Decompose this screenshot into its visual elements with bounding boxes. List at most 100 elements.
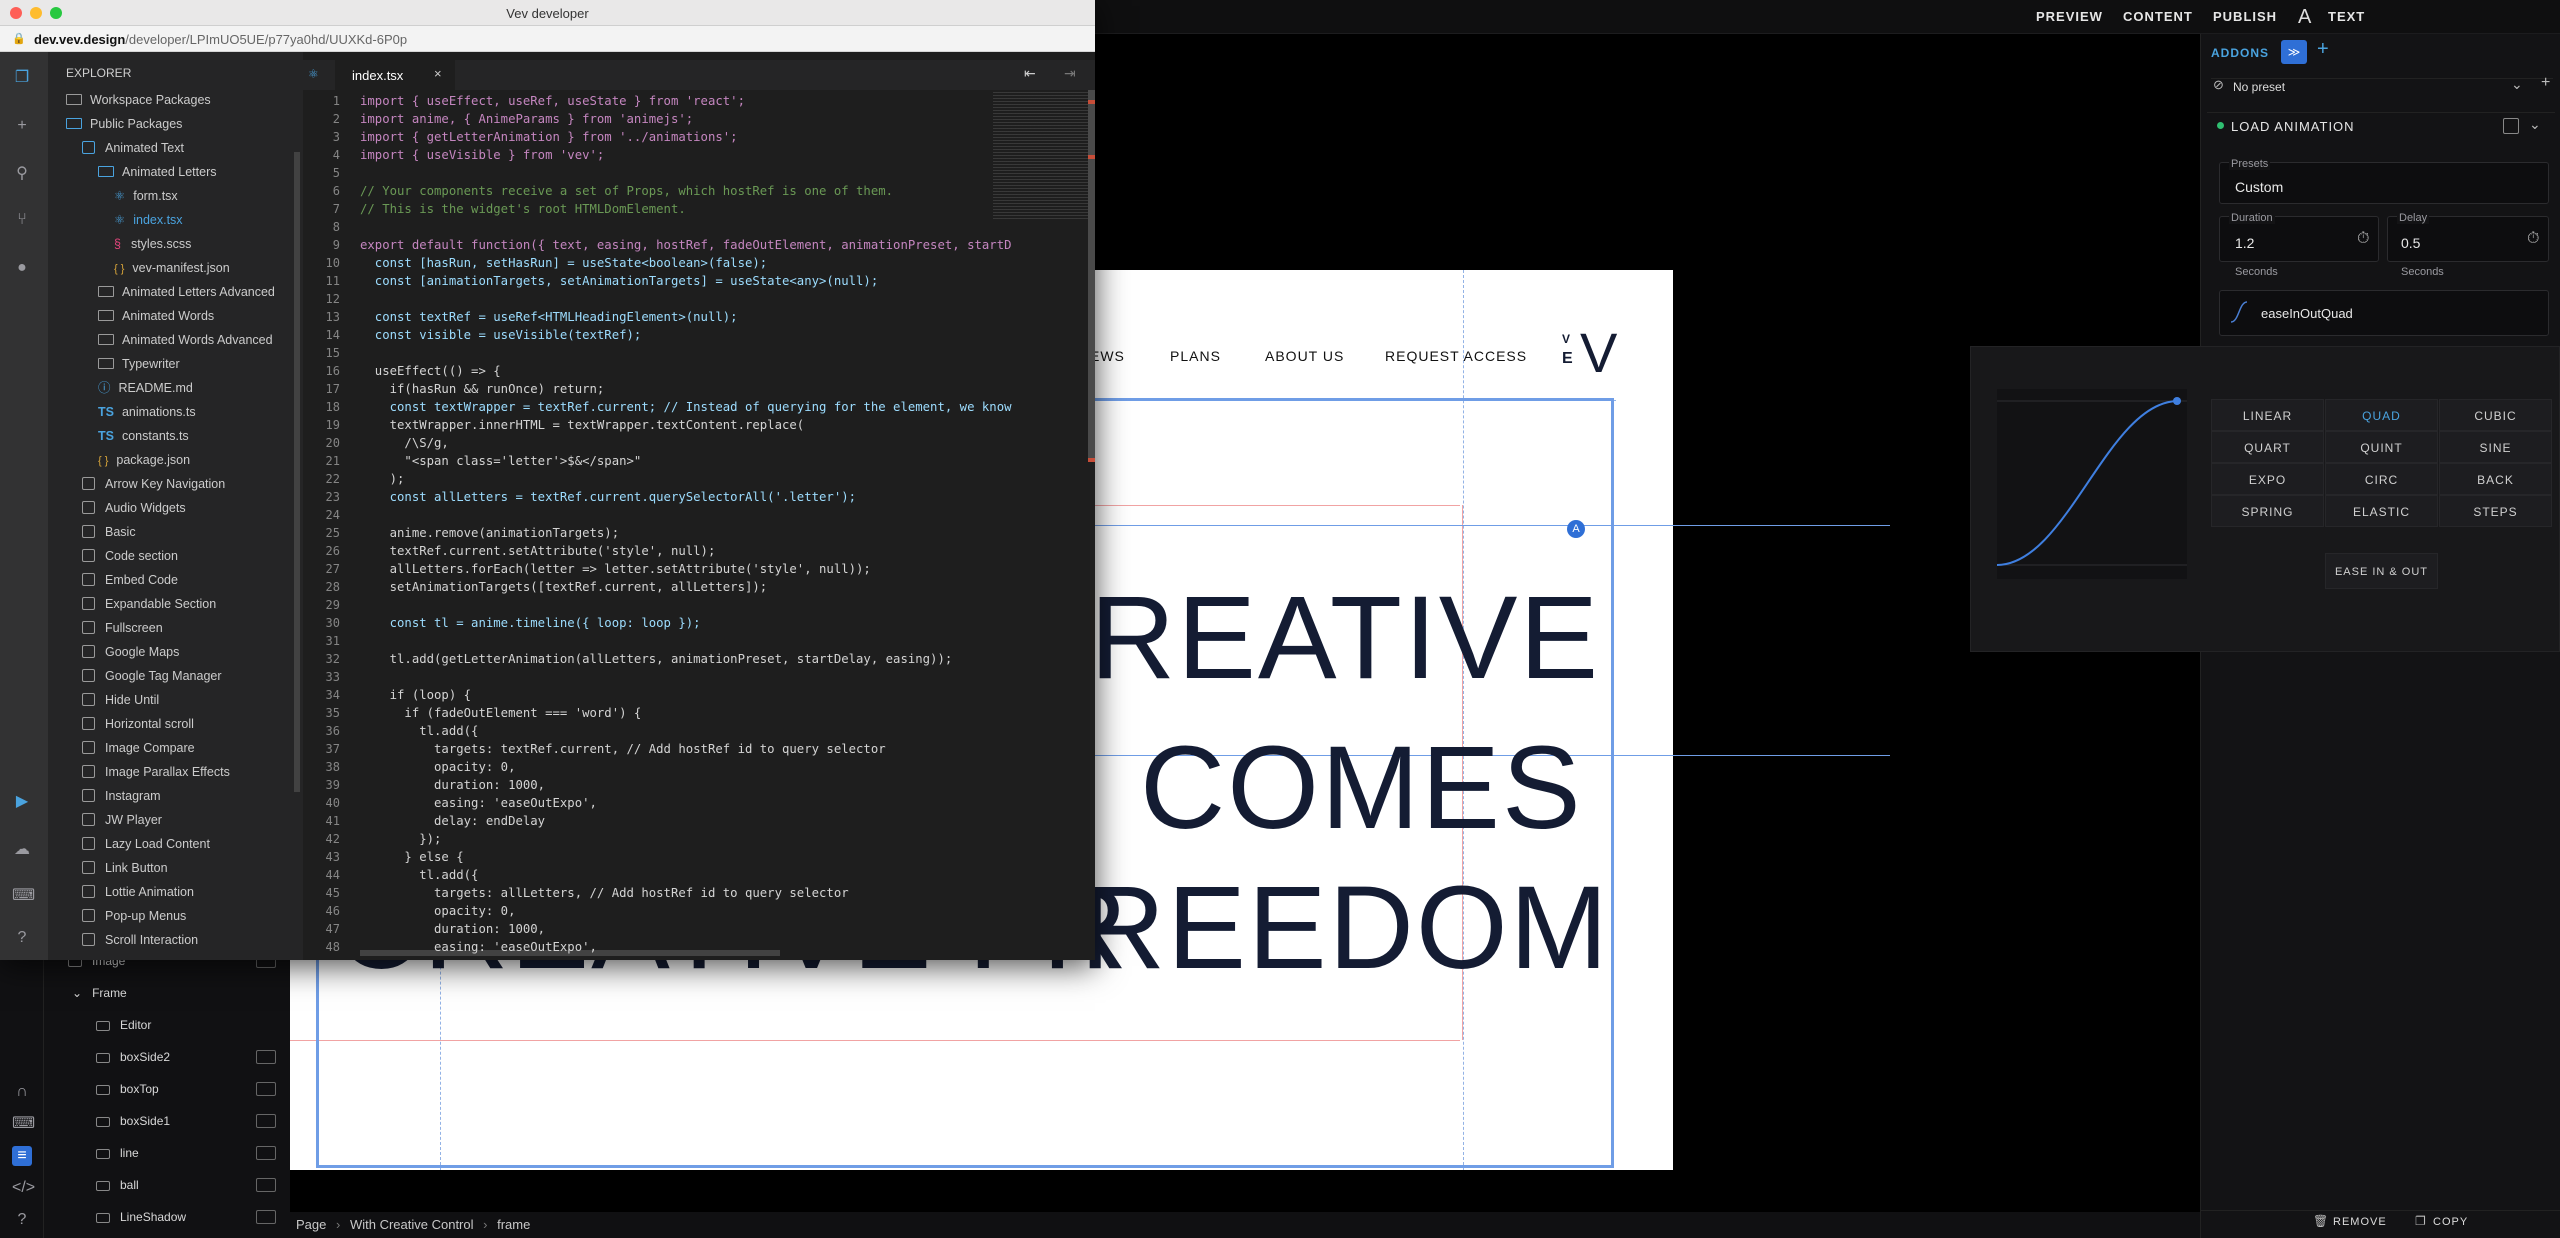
code-line[interactable]: const allLetters = textRef.current.query…: [360, 488, 856, 506]
collapse-left-icon[interactable]: ⇤: [1024, 65, 1036, 82]
explorer-item[interactable]: TS animations.ts: [98, 400, 196, 424]
stopwatch-icon[interactable]: ⏱: [2527, 230, 2539, 248]
code-line[interactable]: import anime, { AnimeParams } from 'anim…: [360, 110, 693, 128]
keyboard-icon[interactable]: ⌨: [12, 886, 35, 906]
layer-item[interactable]: LineShadow: [96, 1201, 186, 1233]
explorer-item[interactable]: { } package.json: [98, 448, 190, 472]
explorer-item[interactable]: Google Maps: [82, 640, 179, 664]
explorer-item[interactable]: Typewriter: [98, 352, 180, 376]
magnet-icon[interactable]: ∩: [12, 1082, 32, 1102]
easing-option-sine[interactable]: SINE: [2439, 431, 2552, 463]
explorer-item[interactable]: Lazy Load Content: [82, 832, 210, 856]
code-line[interactable]: textWrapper.innerHTML = textWrapper.text…: [360, 416, 805, 434]
layer-action-button[interactable]: [256, 1050, 276, 1064]
trash-icon[interactable]: 🗑: [2313, 1214, 2328, 1228]
code-line[interactable]: useEffect(() => {: [360, 362, 501, 380]
code-line[interactable]: import { getLetterAnimation } from '../a…: [360, 128, 738, 146]
easing-option-elastic[interactable]: ELASTIC: [2325, 495, 2438, 527]
layer-item[interactable]: ball: [96, 1169, 139, 1201]
code-line[interactable]: if(hasRun && runOnce) return;: [360, 380, 605, 398]
code-line[interactable]: opacity: 0,: [360, 758, 515, 776]
explorer-item[interactable]: ⓘ README.md: [98, 376, 193, 400]
easing-option-quint[interactable]: QUINT: [2325, 431, 2438, 463]
code-line[interactable]: const tl = anime.timeline({ loop: loop }…: [360, 614, 701, 632]
stopwatch-icon[interactable]: ⏱: [2357, 230, 2369, 248]
nav-link-about[interactable]: ABOUT US: [1265, 348, 1344, 364]
easing-option-back[interactable]: BACK: [2439, 463, 2552, 495]
explorer-item[interactable]: Basic: [82, 520, 136, 544]
code-line[interactable]: easing: 'easeOutExpo',: [360, 794, 597, 812]
code-line[interactable]: duration: 1000,: [360, 920, 545, 938]
text-tool-icon[interactable]: A: [2298, 6, 2311, 29]
explorer-item[interactable]: § styles.scss: [114, 232, 191, 256]
help-icon[interactable]: ?: [12, 928, 32, 948]
explorer-item[interactable]: Animated Words Advanced: [98, 328, 273, 352]
code-line[interactable]: tl.add(getLetterAnimation(allLetters, an…: [360, 650, 953, 668]
add-preset-button[interactable]: +: [2541, 74, 2550, 92]
layer-item[interactable]: Editor: [96, 1009, 151, 1041]
alert-icon[interactable]: ●: [12, 258, 32, 278]
text-tool-label[interactable]: TEXT: [2328, 0, 2365, 34]
explorer-item[interactable]: Lottie Animation: [82, 880, 194, 904]
explorer-item[interactable]: Fullscreen: [82, 616, 163, 640]
easing-option-quad[interactable]: QUAD: [2325, 399, 2438, 431]
keyboard-icon[interactable]: ⌨: [12, 1114, 35, 1134]
code-line[interactable]: if (fadeOutElement === 'word') {: [360, 704, 641, 722]
anchor-badge[interactable]: A: [1567, 520, 1585, 538]
code-line[interactable]: allLetters.forEach(letter => letter.setA…: [360, 560, 871, 578]
preview-button[interactable]: PREVIEW: [2036, 0, 2103, 34]
layer-item[interactable]: line: [96, 1137, 139, 1169]
code-line[interactable]: easing: 'easeOutExpo',: [360, 938, 597, 956]
layers-icon[interactable]: ≡: [12, 1146, 32, 1166]
chevron-down-icon[interactable]: ⌄: [2529, 116, 2541, 133]
breadcrumb-page[interactable]: Page: [296, 1217, 326, 1232]
code-line[interactable]: "<span class='letter'>$&</span>": [360, 452, 641, 470]
ease-mode-button[interactable]: EASE IN & OUT: [2325, 553, 2438, 589]
explorer-item[interactable]: ⚛ form.tsx: [114, 184, 178, 208]
explorer-item[interactable]: Audio Widgets: [82, 496, 186, 520]
expand-right-icon[interactable]: ⇥: [1064, 65, 1076, 82]
code-line[interactable]: setAnimationTargets([textRef.current, al…: [360, 578, 768, 596]
explorer-item[interactable]: JW Player: [82, 808, 162, 832]
layer-action-button[interactable]: [256, 1146, 276, 1160]
run-icon[interactable]: ▶: [12, 792, 32, 812]
editor-scrollbar[interactable]: [1088, 90, 1095, 460]
easing-option-quart[interactable]: QUART: [2211, 431, 2324, 463]
explorer-item[interactable]: Animated Text: [82, 136, 184, 160]
layer-action-button[interactable]: [256, 1082, 276, 1096]
code-line[interactable]: targets: textRef.current, // Add hostRef…: [360, 740, 886, 758]
code-line[interactable]: textRef.current.setAttribute('style', nu…: [360, 542, 716, 560]
easing-option-circ[interactable]: CIRC: [2325, 463, 2438, 495]
search-icon[interactable]: ⚲: [12, 164, 32, 184]
explorer-item[interactable]: Horizontal scroll: [82, 712, 194, 736]
publish-button[interactable]: PUBLISH: [2213, 0, 2277, 34]
explorer-item[interactable]: Code section: [82, 544, 178, 568]
close-tab-icon[interactable]: ×: [434, 66, 442, 81]
layer-item[interactable]: boxTop: [96, 1073, 159, 1105]
easing-option-cubic[interactable]: CUBIC: [2439, 399, 2552, 431]
code-line[interactable]: const textRef = useRef<HTMLHeadingElemen…: [360, 308, 738, 326]
code-line[interactable]: // Your components receive a set of Prop…: [360, 182, 893, 200]
breadcrumb-parent[interactable]: With Creative Control: [350, 1217, 474, 1232]
explorer-item[interactable]: Embed Code: [82, 568, 178, 592]
nav-link-plans[interactable]: PLANS: [1170, 348, 1221, 364]
layer-item[interactable]: boxSide1: [96, 1105, 170, 1137]
easing-option-spring[interactable]: SPRING: [2211, 495, 2324, 527]
explorer-item[interactable]: Arrow Key Navigation: [82, 472, 225, 496]
code-line[interactable]: delay: endDelay: [360, 812, 545, 830]
plus-icon[interactable]: +: [12, 116, 32, 136]
code-line[interactable]: // This is the widget's root HTMLDomElem…: [360, 200, 686, 218]
source-control-icon[interactable]: ⑂: [12, 210, 32, 230]
preset-select[interactable]: No preset: [2233, 80, 2285, 94]
explorer-item[interactable]: Image Compare: [82, 736, 195, 760]
explorer-item[interactable]: Google Tag Manager: [82, 664, 222, 688]
explorer-item[interactable]: Image Parallax Effects: [82, 760, 230, 784]
code-line[interactable]: if (loop) {: [360, 686, 471, 704]
explorer-item[interactable]: Link Button: [82, 856, 168, 880]
remove-button[interactable]: REMOVE: [2333, 1216, 2387, 1228]
help-icon[interactable]: ?: [12, 1210, 32, 1230]
code-line[interactable]: const [animationTargets, setAnimationTar…: [360, 272, 878, 290]
explorer-scrollbar[interactable]: [294, 152, 300, 792]
code-line[interactable]: tl.add({: [360, 866, 478, 884]
content-button[interactable]: CONTENT: [2123, 0, 2193, 34]
